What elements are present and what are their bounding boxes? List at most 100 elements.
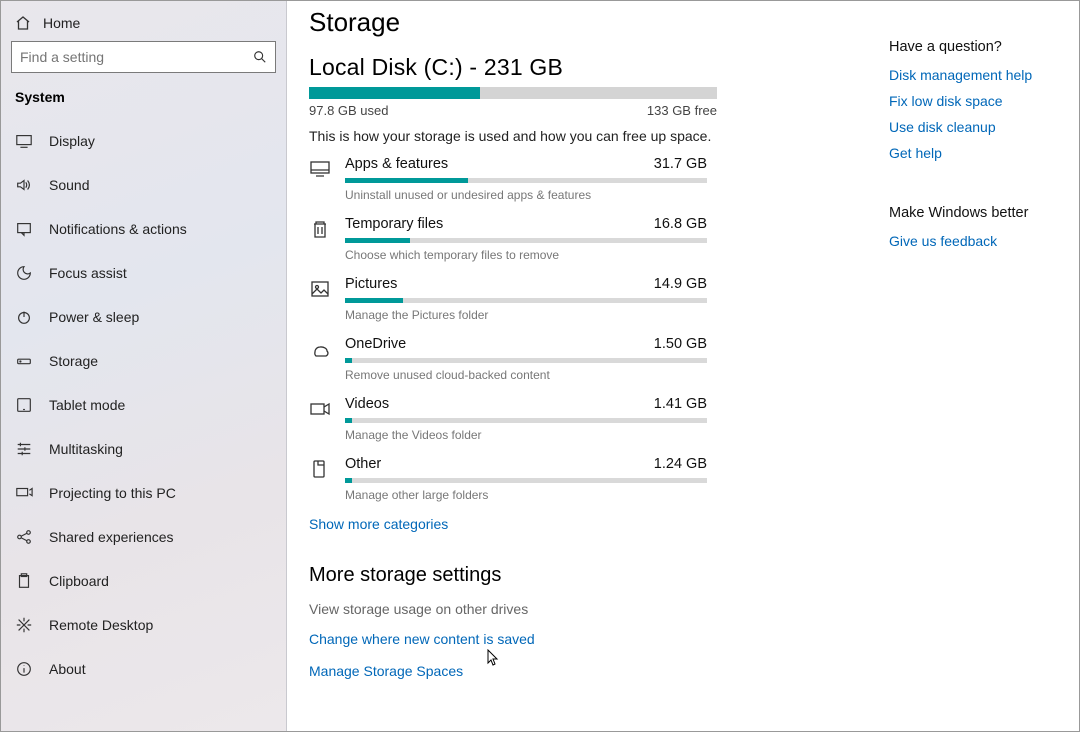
- storage-icon: [15, 352, 33, 370]
- category-bar: [345, 178, 707, 183]
- disk-title: Local Disk (C:) - 231 GB: [309, 54, 879, 81]
- page-title: Storage: [309, 7, 879, 38]
- category-name: Apps & features: [345, 156, 448, 172]
- category-size: 1.24 GB: [654, 456, 707, 472]
- category-bar: [345, 478, 707, 483]
- nav-power-sleep[interactable]: Power & sleep: [1, 295, 286, 339]
- nav-sound[interactable]: Sound: [1, 163, 286, 207]
- section-header: System: [1, 87, 286, 119]
- category-bar: [345, 298, 707, 303]
- storage-category[interactable]: Other 1.24 GB Manage other large folders: [309, 456, 707, 502]
- nav-label: About: [49, 661, 86, 677]
- storage-category[interactable]: Pictures 14.9 GB Manage the Pictures folde…: [309, 276, 707, 322]
- focus-assist-icon: [15, 264, 33, 282]
- nav-shared-experiences[interactable]: Shared experiences: [1, 515, 286, 559]
- nav-label: Focus assist: [49, 265, 127, 281]
- settings-sidebar: Home System Display Sound Notification: [1, 1, 287, 731]
- tablet-icon: [15, 396, 33, 414]
- category-name: Videos: [345, 396, 389, 412]
- remote-desktop-icon: [15, 616, 33, 634]
- nav-focus-assist[interactable]: Focus assist: [1, 251, 286, 295]
- category-desc: Manage other large folders: [345, 488, 707, 502]
- disk-free-label: 133 GB free: [647, 103, 717, 118]
- category-icon: [309, 218, 331, 240]
- nav-label: Shared experiences: [49, 529, 174, 545]
- storage-category[interactable]: Apps & features 31.7 GB Uninstall unused o…: [309, 156, 707, 202]
- show-more-categories-link[interactable]: Show more categories: [309, 516, 448, 532]
- help-panel: Have a question? Disk management help Fi…: [889, 1, 1079, 731]
- category-size: 1.41 GB: [654, 396, 707, 412]
- multitasking-icon: [15, 440, 33, 458]
- disk-usage-fill: [309, 87, 480, 99]
- settings-search[interactable]: [11, 41, 276, 73]
- category-desc: Manage the Videos folder: [345, 428, 707, 442]
- nav-label: Sound: [49, 177, 89, 193]
- nav-label: Remote Desktop: [49, 617, 153, 633]
- category-bar: [345, 358, 707, 363]
- projecting-icon: [15, 484, 33, 502]
- clipboard-icon: [15, 572, 33, 590]
- nav-label: Display: [49, 133, 95, 149]
- category-size: 31.7 GB: [654, 156, 707, 172]
- storage-category[interactable]: Videos 1.41 GB Manage the Videos folder: [309, 396, 707, 442]
- storage-intro: This is how your storage is used and how…: [309, 128, 879, 144]
- nav-notifications[interactable]: Notifications & actions: [1, 207, 286, 251]
- home-icon: [15, 15, 31, 31]
- power-icon: [15, 308, 33, 326]
- category-size: 16.8 GB: [654, 216, 707, 232]
- category-bar: [345, 238, 707, 243]
- have-question-heading: Have a question?: [889, 39, 1069, 55]
- nav-list: Display Sound Notifications & actions Fo…: [1, 119, 286, 691]
- category-list: Apps & features 31.7 GB Uninstall unused o…: [309, 156, 707, 502]
- display-icon: [15, 132, 33, 150]
- category-size: 1.50 GB: [654, 336, 707, 352]
- shared-icon: [15, 528, 33, 546]
- home-button[interactable]: Home: [1, 9, 286, 41]
- category-desc: Remove unused cloud-backed content: [345, 368, 707, 382]
- nav-storage[interactable]: Storage: [1, 339, 286, 383]
- nav-label: Multitasking: [49, 441, 123, 457]
- nav-label: Clipboard: [49, 573, 109, 589]
- category-icon: [309, 398, 331, 420]
- notifications-icon: [15, 220, 33, 238]
- category-size: 14.9 GB: [654, 276, 707, 292]
- nav-label: Power & sleep: [49, 309, 139, 325]
- disk-used-label: 97.8 GB used: [309, 103, 389, 118]
- nav-label: Projecting to this PC: [49, 485, 176, 501]
- category-icon: [309, 158, 331, 180]
- category-name: OneDrive: [345, 336, 406, 352]
- nav-clipboard[interactable]: Clipboard: [1, 559, 286, 603]
- make-better-heading: Make Windows better: [889, 205, 1069, 221]
- help-link-disk-management[interactable]: Disk management help: [889, 67, 1069, 83]
- nav-projecting[interactable]: Projecting to this PC: [1, 471, 286, 515]
- category-desc: Uninstall unused or undesired apps & fea…: [345, 188, 707, 202]
- nav-label: Notifications & actions: [49, 221, 187, 237]
- category-desc: Manage the Pictures folder: [345, 308, 707, 322]
- manage-storage-spaces-link[interactable]: Manage Storage Spaces: [309, 663, 879, 679]
- disk-usage-bar: [309, 87, 717, 99]
- nav-label: Storage: [49, 353, 98, 369]
- storage-category[interactable]: OneDrive 1.50 GB Remove unused cloud-backe…: [309, 336, 707, 382]
- nav-label: Tablet mode: [49, 397, 125, 413]
- category-name: Pictures: [345, 276, 397, 292]
- category-icon: [309, 338, 331, 360]
- nav-remote-desktop[interactable]: Remote Desktop: [1, 603, 286, 647]
- category-icon: [309, 278, 331, 300]
- about-icon: [15, 660, 33, 678]
- more-storage-heading: More storage settings: [309, 564, 879, 587]
- nav-tablet-mode[interactable]: Tablet mode: [1, 383, 286, 427]
- help-link-get-help[interactable]: Get help: [889, 145, 1069, 161]
- help-link-disk-cleanup[interactable]: Use disk cleanup: [889, 119, 1069, 135]
- view-other-drives-link[interactable]: View storage usage on other drives: [309, 601, 879, 617]
- nav-multitasking[interactable]: Multitasking: [1, 427, 286, 471]
- nav-about[interactable]: About: [1, 647, 286, 691]
- category-icon: [309, 458, 331, 480]
- category-desc: Choose which temporary files to remove: [345, 248, 707, 262]
- category-name: Other: [345, 456, 381, 472]
- storage-category[interactable]: Temporary files16.8 GBChoose which tempo…: [309, 216, 707, 262]
- change-save-location-link[interactable]: Change where new content is saved: [309, 631, 879, 647]
- help-link-low-disk[interactable]: Fix low disk space: [889, 93, 1069, 109]
- feedback-link[interactable]: Give us feedback: [889, 233, 1069, 249]
- nav-display[interactable]: Display: [1, 119, 286, 163]
- search-input[interactable]: [20, 49, 253, 65]
